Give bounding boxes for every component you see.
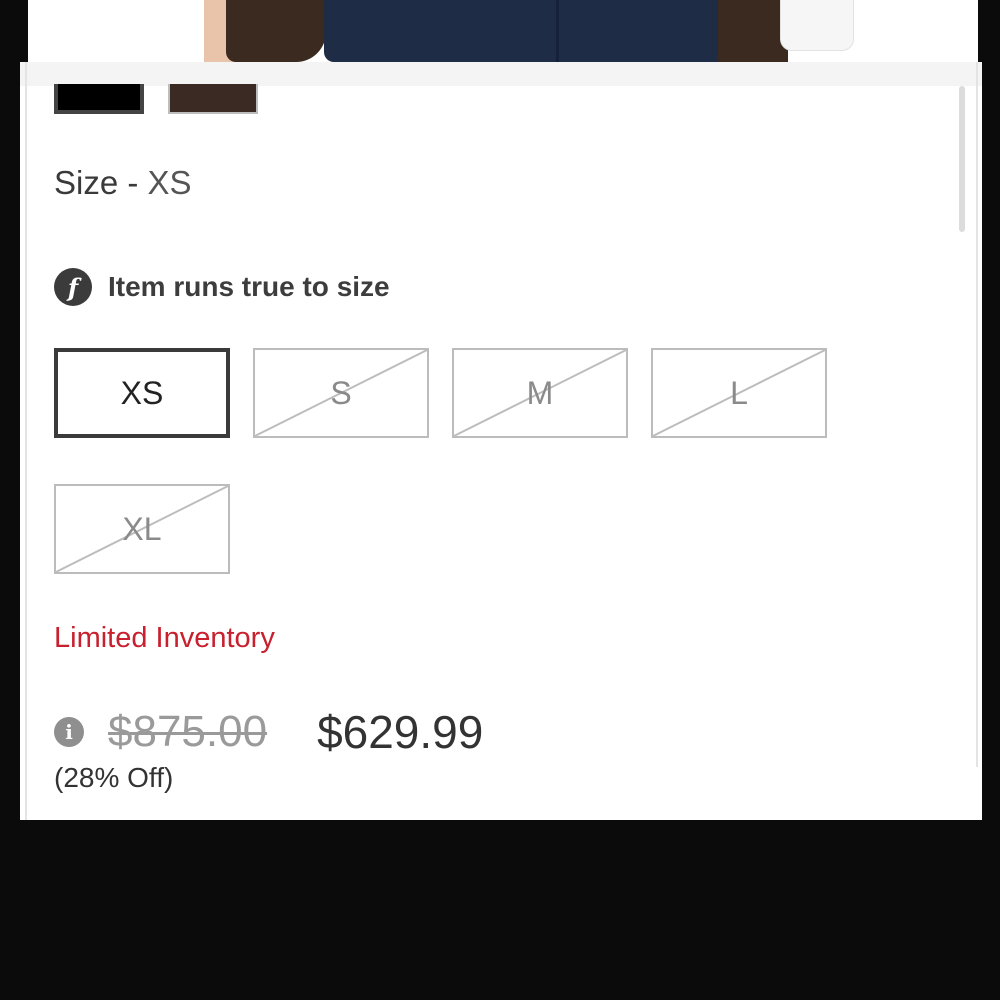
product-options-panel: Size - XS f Item runs true to size XS S M L… (20, 62, 982, 820)
photo-jeans (324, 0, 780, 62)
panel-top-bar (20, 62, 982, 86)
size-option-label: XS (120, 374, 164, 411)
product-photo (28, 0, 978, 62)
info-icon[interactable]: i (54, 717, 84, 747)
fit-advice-text: Item runs true to size (108, 271, 390, 302)
discount-label: (28% Off) (54, 762, 174, 793)
size-option-xl[interactable]: XL (54, 484, 230, 574)
size-option-s[interactable]: S (253, 348, 429, 438)
size-heading-value: XS (147, 164, 192, 201)
panel-right-edge (976, 62, 978, 767)
size-option-m[interactable]: M (452, 348, 628, 438)
color-swatch-black[interactable] (54, 84, 144, 114)
color-swatch-brown[interactable] (168, 84, 258, 114)
photo-jeans-seam (556, 0, 559, 62)
price-row: i $875.00 $629.99 (54, 702, 483, 762)
size-option-label: L (730, 374, 748, 411)
bottom-divider (74, 816, 928, 820)
size-option-label: M (526, 374, 554, 411)
panel-left-edge (25, 62, 27, 820)
size-option-l[interactable]: L (651, 348, 827, 438)
size-option-label: S (330, 374, 352, 411)
size-option-xs[interactable]: XS (54, 348, 230, 438)
fit-advice: f Item runs true to size (54, 268, 390, 306)
size-heading-prefix: Size - (54, 164, 148, 201)
size-heading: Size - XS (54, 164, 192, 202)
inventory-status: Limited Inventory (54, 622, 275, 654)
photo-fur-vest-right (718, 0, 788, 62)
sale-price: $629.99 (317, 706, 484, 758)
fit-predictor-icon: f (54, 268, 92, 306)
photo-sleeve (780, 0, 854, 51)
scrollbar[interactable] (959, 86, 965, 232)
photo-fur-vest-left (226, 0, 326, 62)
original-price: $875.00 (108, 707, 268, 756)
size-option-label: XL (122, 510, 162, 547)
